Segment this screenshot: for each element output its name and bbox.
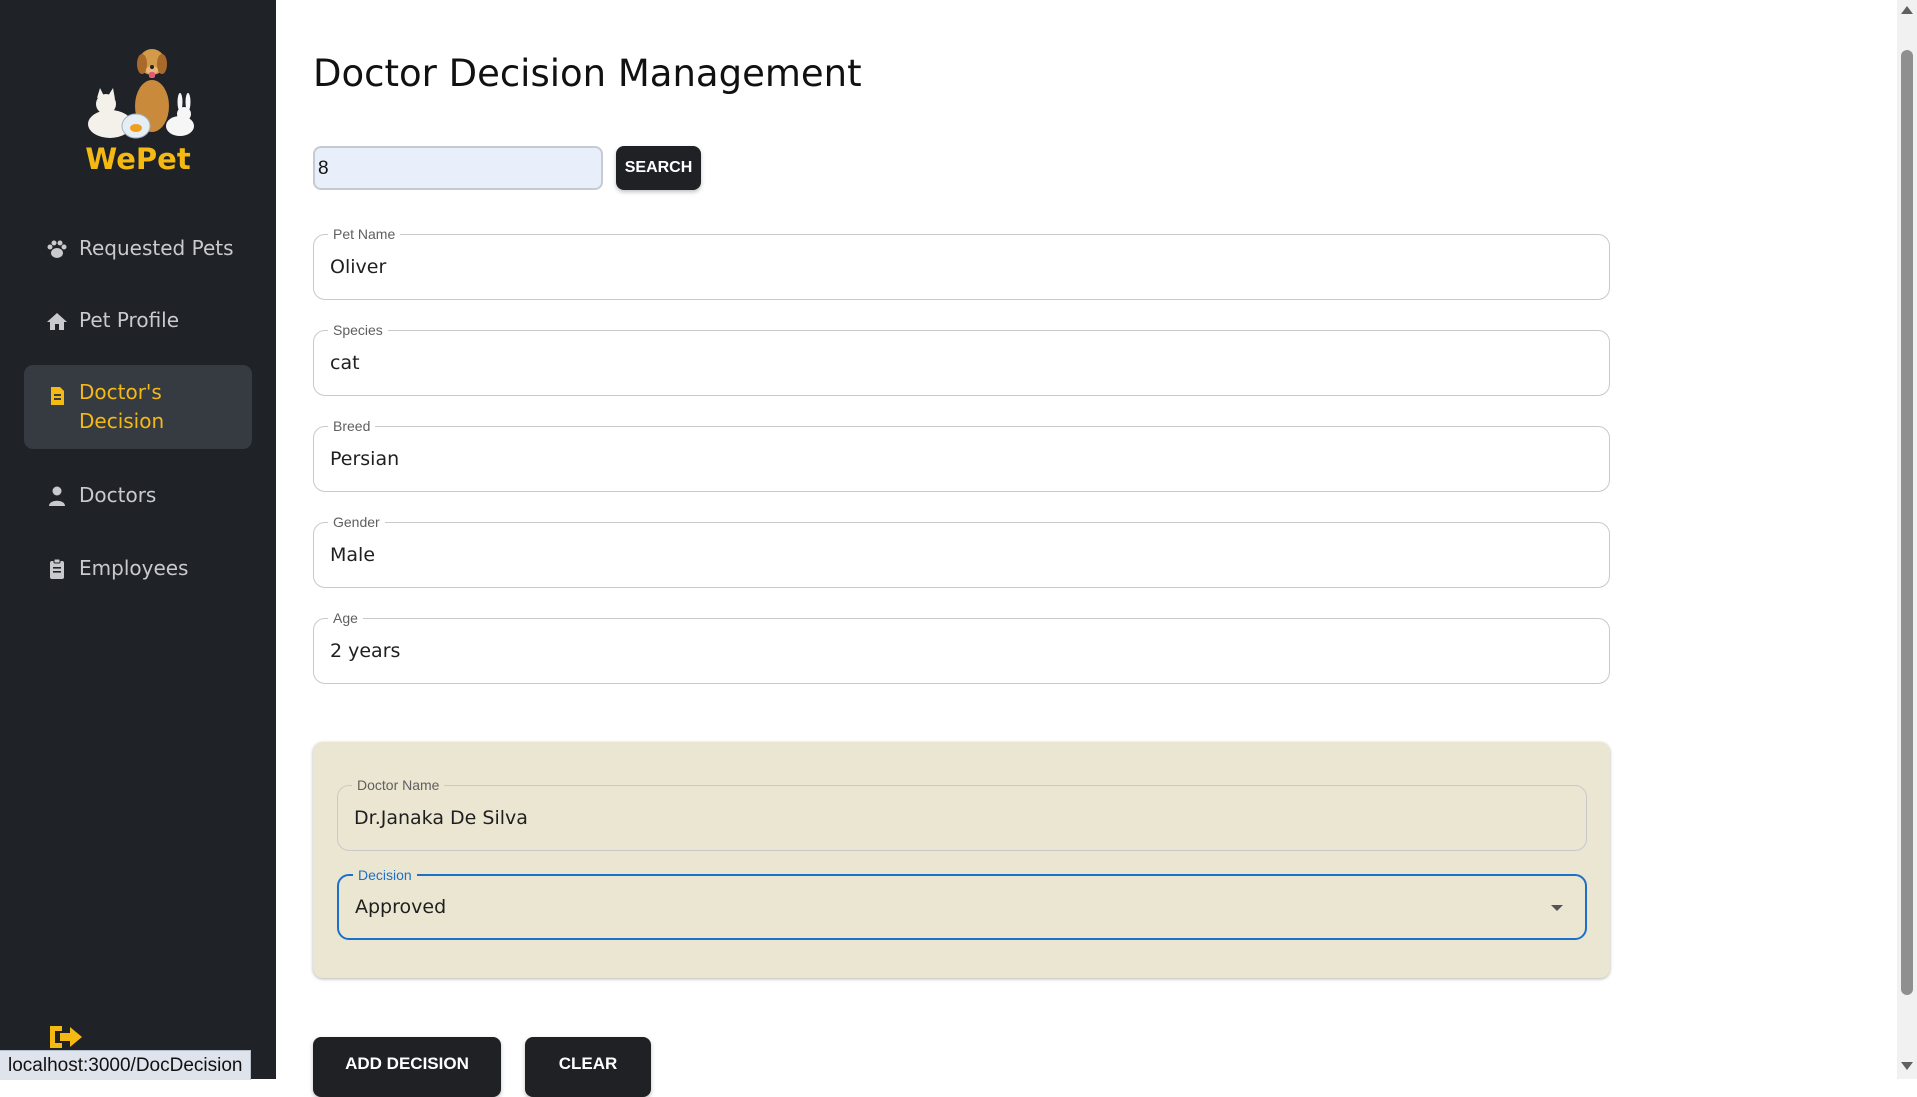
pet-name-field[interactable]: Pet Name Oliver xyxy=(313,225,1610,300)
sidebar-item-requested-pets[interactable]: Requested Pets xyxy=(24,234,252,263)
doctor-icon xyxy=(49,486,65,506)
scrollbar-thumb[interactable] xyxy=(1901,50,1913,995)
search-button[interactable]: SEARCH xyxy=(616,146,701,190)
sidebar-item-label: Employees xyxy=(79,556,189,580)
page-title: Doctor Decision Management xyxy=(313,52,862,95)
sidebar: WePet Requested Pets Pet Profile Doctor'… xyxy=(0,0,276,1079)
home-icon xyxy=(47,313,67,330)
field-value: Approved xyxy=(355,896,447,918)
status-bar-url: localhost:3000/DocDecision xyxy=(0,1050,252,1080)
scroll-down-icon[interactable] xyxy=(1901,1062,1913,1070)
species-field[interactable]: Species cat xyxy=(313,321,1610,396)
scrollbar[interactable] xyxy=(1897,0,1917,1079)
add-decision-button[interactable]: ADD DECISION xyxy=(313,1037,501,1097)
clipboard-icon xyxy=(50,558,64,579)
chevron-down-icon[interactable] xyxy=(1551,905,1563,911)
sidebar-item-pet-profile[interactable]: Pet Profile xyxy=(24,306,252,335)
field-value: cat xyxy=(330,352,360,374)
sidebar-item-label: Requested Pets xyxy=(79,236,234,260)
sidebar-item-employees[interactable]: Employees xyxy=(24,554,252,583)
decision-select[interactable]: Decision Approved xyxy=(337,866,1587,940)
sidebar-item-doctors-decision[interactable]: Doctor's Decision xyxy=(24,365,252,449)
document-icon xyxy=(51,387,64,405)
wepet-logo xyxy=(88,49,194,139)
search-input[interactable]: 8 xyxy=(313,146,603,190)
doctor-name-field[interactable]: Doctor Name Dr.Janaka De Silva xyxy=(337,776,1587,851)
logout-icon[interactable] xyxy=(46,1022,86,1052)
scroll-up-icon[interactable] xyxy=(1901,6,1913,14)
paw-icon xyxy=(47,240,67,258)
clear-button[interactable]: CLEAR xyxy=(525,1037,651,1097)
sidebar-item-doctors[interactable]: Doctors xyxy=(24,481,252,510)
field-value: Persian xyxy=(330,448,400,470)
field-value: Male xyxy=(330,544,376,566)
field-value: Oliver xyxy=(330,256,387,278)
decision-panel: Doctor Name Dr.Janaka De Silva Decision … xyxy=(313,742,1610,978)
brand-name: WePet xyxy=(85,142,191,176)
field-value: 2 years xyxy=(330,640,401,662)
age-field[interactable]: Age 2 years xyxy=(313,609,1610,684)
sidebar-item-label: Doctor's Decision xyxy=(79,380,165,433)
breed-field[interactable]: Breed Persian xyxy=(313,417,1610,492)
sidebar-item-label: Pet Profile xyxy=(79,308,180,332)
gender-field[interactable]: Gender Male xyxy=(313,513,1610,588)
field-value: Dr.Janaka De Silva xyxy=(354,807,528,829)
sidebar-item-label: Doctors xyxy=(79,483,157,507)
